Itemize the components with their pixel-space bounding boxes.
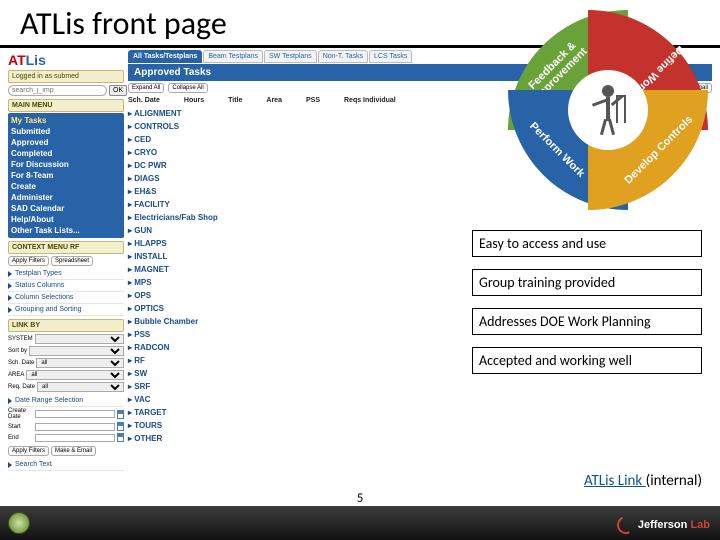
category-row[interactable]: ▸ TARGET xyxy=(128,406,712,419)
chevron-right-icon xyxy=(8,462,12,468)
bullet-box: Accepted and working well xyxy=(472,347,702,374)
bullet-box: Addresses DOE Work Planning xyxy=(472,308,702,335)
filter-select[interactable]: all xyxy=(36,358,124,368)
sidebar-item-administer[interactable]: Administer xyxy=(11,192,121,203)
context-item[interactable]: Testplan Types xyxy=(8,268,124,280)
spreadsheet-button[interactable]: Spreadsheet xyxy=(51,256,93,266)
sidebar-item-sad-calendar[interactable]: SAD Calendar xyxy=(11,203,121,214)
sortby-label: Sort by xyxy=(8,348,27,354)
context-item[interactable]: Grouping and Sorting xyxy=(8,304,124,316)
sidebar-item-for-team[interactable]: For 8-Team xyxy=(11,170,121,181)
page-number: 5 xyxy=(357,491,364,506)
worker-icon xyxy=(588,85,628,135)
column-header: Title xyxy=(228,97,242,104)
calendar-icon[interactable] xyxy=(117,410,124,419)
badge-icon xyxy=(8,512,30,534)
sidebar-item-create[interactable]: Create xyxy=(11,181,121,192)
filter-select[interactable]: all xyxy=(26,370,124,380)
column-header: Sch. Date xyxy=(128,97,160,104)
footer-bar: Jefferson Lab xyxy=(0,506,720,540)
date-input[interactable] xyxy=(35,410,115,418)
main-menu: My TasksSubmittedApprovedCompletedFor Di… xyxy=(8,113,124,238)
date-row: Start xyxy=(8,421,124,432)
chevron-right-icon xyxy=(8,398,12,404)
column-header: PSS xyxy=(306,97,320,104)
jlab-logo: Jefferson Lab xyxy=(617,516,710,534)
logo: ATLis xyxy=(8,50,124,70)
sidebar-item-for-discussion[interactable]: For Discussion xyxy=(11,159,121,170)
search-input[interactable] xyxy=(8,85,107,96)
calendar-icon[interactable] xyxy=(117,433,124,442)
apply-filters-button[interactable]: Apply Filters xyxy=(8,256,49,266)
main-menu-header: MAIN MENU xyxy=(8,99,124,112)
filter-row: Sch. Dateall xyxy=(8,357,124,369)
calendar-icon[interactable] xyxy=(117,422,124,431)
filter-row: AREAall xyxy=(8,369,124,381)
bullet-box: Group training provided xyxy=(472,269,702,296)
category-row[interactable]: ▸ SRF xyxy=(128,380,712,393)
jlab-arc-icon xyxy=(614,513,637,536)
link-by-header: LINK BY xyxy=(8,319,124,332)
sidebar: ATLis Logged in as submed OK MAIN MENU M… xyxy=(8,50,124,471)
collapse-all-button[interactable]: Collapse All xyxy=(168,83,207,93)
filter-row: Req. Dateall xyxy=(8,381,124,393)
filter-select[interactable]: all xyxy=(37,382,124,392)
date-input[interactable] xyxy=(35,434,115,442)
logo-blue: Lis xyxy=(26,52,46,68)
atlis-link[interactable]: ATLis Link (internal) xyxy=(584,472,702,490)
search-text-toggle[interactable]: Search Text xyxy=(15,461,52,468)
system-select[interactable] xyxy=(35,334,124,344)
sidebar-item-approved[interactable]: Approved xyxy=(11,137,121,148)
category-row[interactable]: ▸ VAC xyxy=(128,393,712,406)
tab[interactable]: Beam Testplans xyxy=(203,50,263,63)
tab[interactable]: LCS Tasks xyxy=(369,50,412,63)
category-row[interactable]: ▸ OTHER xyxy=(128,432,712,445)
chevron-right-icon xyxy=(8,283,12,289)
chevron-right-icon xyxy=(8,307,12,313)
bullet-box: Easy to access and use xyxy=(472,230,702,257)
tab[interactable]: All Tasks/Testplans xyxy=(128,50,202,63)
sidebar-item-help-about[interactable]: Help/About xyxy=(11,214,121,225)
context-item[interactable]: Status Columns xyxy=(8,280,124,292)
date-range-toggle[interactable]: Date Range Selection xyxy=(15,397,83,404)
context-menu-header: CONTEXT MENU RF xyxy=(8,241,124,254)
column-header: Hours xyxy=(184,97,204,104)
search-ok-button[interactable]: OK xyxy=(109,85,127,96)
sidebar-item-other-task-lists-[interactable]: Other Task Lists... xyxy=(11,225,121,236)
chevron-right-icon xyxy=(8,295,12,301)
work-cycle-diagram: Feedback & Improvement Define Work Perfo… xyxy=(508,10,708,210)
sortby-select[interactable] xyxy=(29,346,124,356)
sidebar-item-completed[interactable]: Completed xyxy=(11,148,121,159)
logo-red: AT xyxy=(8,52,26,68)
chevron-right-icon xyxy=(8,271,12,277)
make-email-button[interactable]: Make & Email xyxy=(51,446,96,456)
category-row[interactable]: ▸ TOURS xyxy=(128,419,712,432)
date-input[interactable] xyxy=(35,423,115,431)
tab[interactable]: SW Testplans xyxy=(264,50,317,63)
tab[interactable]: Non-T. Tasks xyxy=(318,50,368,63)
date-row: End xyxy=(8,432,124,443)
sidebar-item-submitted[interactable]: Submitted xyxy=(11,126,121,137)
wheel-center xyxy=(568,70,648,150)
bullet-boxes: Easy to access and use Group training pro… xyxy=(472,230,702,374)
column-header: Reqs Individual xyxy=(344,97,396,104)
column-header: Area xyxy=(266,97,282,104)
login-status: Logged in as submed xyxy=(8,70,124,83)
apply-filters-button-2[interactable]: Apply Filters xyxy=(8,446,49,456)
date-row: Create Date xyxy=(8,407,124,421)
expand-all-button[interactable]: Expand All xyxy=(128,83,164,93)
context-item[interactable]: Column Selections xyxy=(8,292,124,304)
category-row[interactable]: ▸ Electricians/Fab Shop xyxy=(128,211,712,224)
sidebar-item-my-tasks[interactable]: My Tasks xyxy=(11,115,121,126)
system-label: SYSTEM xyxy=(8,336,33,342)
